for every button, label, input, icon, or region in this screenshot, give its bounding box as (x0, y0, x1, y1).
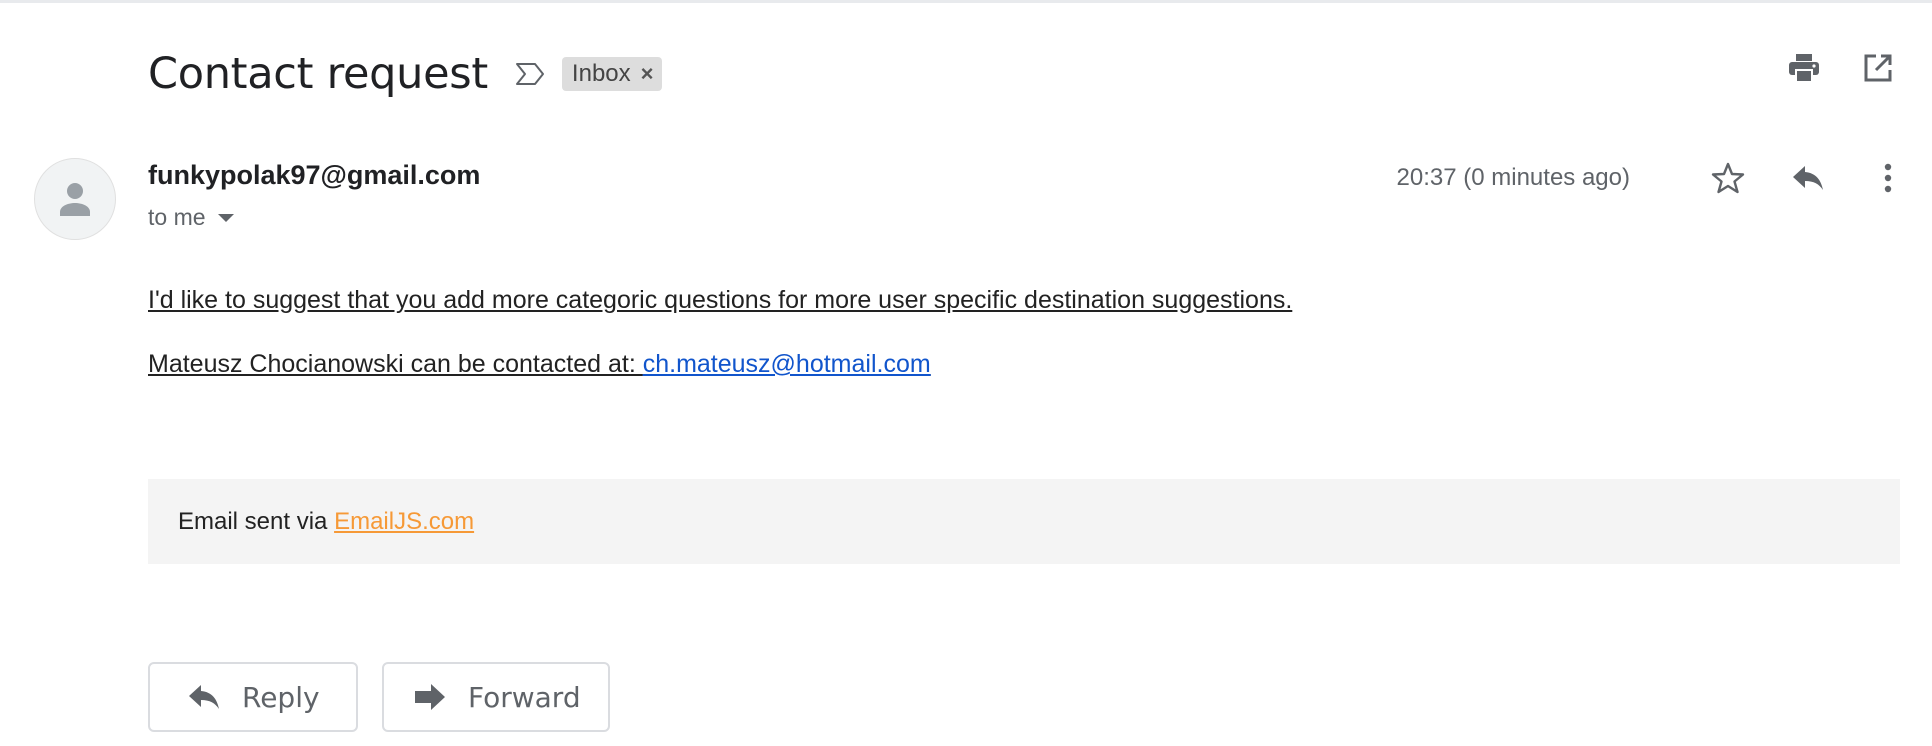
more-vert-icon[interactable] (1870, 160, 1906, 196)
chevron-down-icon (217, 213, 234, 222)
print-icon[interactable] (1786, 50, 1822, 86)
sender-email: funkypolak97@gmail.com (148, 160, 481, 190)
message-time: 20:37 (0 minutes ago) (1396, 164, 1630, 191)
email-footer: Email sent via EmailJS.com (148, 479, 1900, 564)
star-icon[interactable] (1710, 160, 1746, 196)
message-body-line: I'd like to suggest that you add more ca… (148, 286, 1293, 314)
email-subject: Contact request (148, 49, 488, 99)
message-meta: 20:37 (0 minutes ago) (1397, 160, 1906, 196)
thread-actions (1786, 50, 1896, 86)
message-contact-line: Mateusz Chocianowski can be contacted at… (148, 350, 931, 379)
footer-text: Email sent via EmailJS.com (178, 508, 474, 536)
inbox-label-chip: Inbox × (561, 57, 662, 91)
footer-prefix: Email sent via (178, 507, 335, 535)
sender-avatar (34, 158, 116, 240)
remove-label-button[interactable]: × (641, 61, 654, 87)
top-divider (0, 0, 1932, 3)
inbox-label-text: Inbox (571, 60, 631, 87)
recipient-details-toggle[interactable]: to me (148, 204, 234, 231)
forward-icon (412, 679, 448, 715)
reply-forward-bar: Reply Forward (148, 662, 610, 732)
open-in-new-icon[interactable] (1860, 50, 1896, 86)
important-marker-icon[interactable] (512, 56, 548, 92)
subject-row: Contact request Inbox × (148, 44, 662, 104)
recipient-label: to me (148, 204, 206, 230)
reply-button-label: Reply (242, 680, 320, 714)
reply-button[interactable]: Reply (148, 662, 358, 732)
forward-button-label: Forward (468, 680, 581, 714)
reply-icon (186, 679, 222, 715)
emailjs-link[interactable]: EmailJS.com (334, 508, 474, 535)
forward-button[interactable]: Forward (382, 662, 610, 732)
contact-email-link[interactable]: ch.mateusz@hotmail.com (643, 350, 931, 378)
reply-icon[interactable] (1790, 160, 1826, 196)
contact-prefix-text: Mateusz Chocianowski can be contacted at… (148, 350, 643, 378)
person-icon (60, 183, 90, 216)
